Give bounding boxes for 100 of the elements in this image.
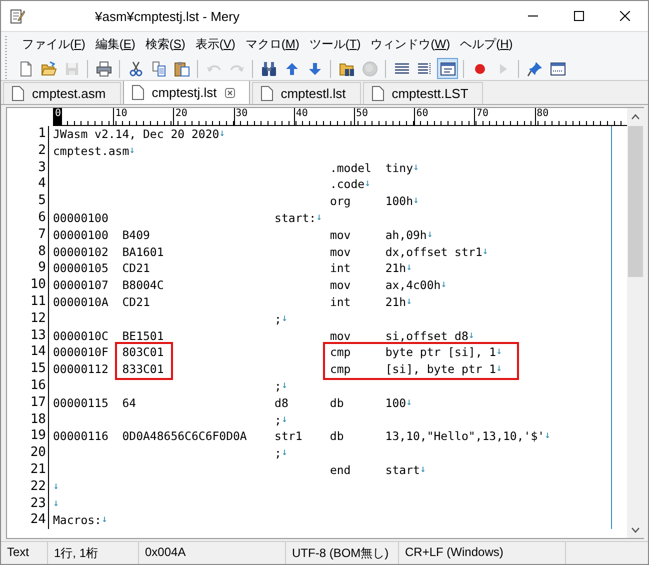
address-text: 00000105 — [53, 260, 110, 278]
menu-item[interactable]: マクロ(M) — [240, 34, 304, 55]
bytes-text: B8004C — [122, 277, 165, 294]
address-text: 0000010C — [53, 328, 110, 344]
mnemonic-text: end — [330, 462, 352, 479]
line-number: 10 — [7, 277, 49, 294]
line-end-mark: ↓ — [406, 294, 412, 309]
line-end-mark: ↓ — [316, 210, 322, 225]
menu-item[interactable]: ヘルプ(H) — [455, 34, 518, 55]
line-number: 7 — [7, 226, 49, 244]
line-end-mark: ↓ — [53, 480, 60, 494]
close-tab-icon[interactable] — [224, 88, 235, 98]
mnemonic-text: .code — [330, 176, 365, 194]
menu-item[interactable]: 編集(E) — [90, 34, 140, 55]
label-text: ; — [274, 412, 282, 428]
window-icon[interactable] — [437, 58, 458, 79]
line-number: 1 — [7, 126, 49, 143]
bytes-text: CD21 — [122, 294, 151, 311]
mnemonic-text: int — [330, 294, 352, 311]
mnemonic-text: mov — [330, 244, 352, 260]
operands-text: byte ptr [si], 1 — [385, 344, 496, 362]
line-text: cmptest.asm — [53, 142, 130, 160]
line-number: 23 — [7, 496, 49, 512]
operands-text: ah,09h — [385, 226, 427, 244]
mnemonic-text: .model — [330, 160, 372, 176]
line-number: 11 — [7, 294, 49, 311]
line-end-mark: ↓ — [281, 312, 288, 326]
line-end-mark: ↓ — [101, 513, 108, 528]
operands-text: ax,4c00h — [385, 277, 441, 294]
ruler-label: 20 — [173, 108, 188, 125]
line-text: JWasm v2.14, Dec 20 2020 — [53, 126, 220, 143]
bytes-text: 64 — [122, 394, 138, 412]
label-text: ; — [274, 310, 282, 328]
bytes-text: 0D0A48656C6C6F0D0A — [122, 428, 248, 446]
close-icon[interactable] — [620, 11, 630, 21]
bytes-text: B409 — [122, 226, 151, 244]
label-text: start: — [274, 210, 316, 227]
line-number: 20 — [7, 445, 49, 462]
line-number: 16 — [7, 378, 49, 395]
menu-item[interactable]: ツール(T) — [304, 34, 366, 55]
ruler-label: 30 — [234, 108, 249, 125]
address-text: 00000100 — [53, 210, 110, 227]
scroll-thumb[interactable] — [628, 126, 643, 277]
label-text: ; — [274, 445, 282, 462]
bytes-text: BE1501 — [122, 328, 165, 344]
file-tab[interactable]: cmptestj.lst — [122, 80, 250, 104]
operands-text: 21h — [385, 260, 406, 278]
operands-text: 21h — [385, 294, 406, 311]
line-end-mark: ↓ — [413, 160, 420, 175]
line-end-mark: ↓ — [219, 127, 226, 141]
ruler-label: 40 — [294, 108, 309, 125]
operands-text: 13,10,"Hello",13,10,'$' — [385, 428, 545, 446]
file-tab[interactable]: cmptestl.lst — [252, 82, 361, 104]
line-end-mark: ↓ — [544, 429, 551, 444]
line-end-mark: ↓ — [468, 328, 474, 343]
operands-text: start — [385, 462, 420, 479]
line-end-mark: ↓ — [406, 396, 412, 410]
operands-text: tiny — [385, 160, 414, 176]
ruler-label: 0 — [53, 108, 62, 125]
line-number: 8 — [7, 244, 49, 260]
scrollbar[interactable] — [627, 108, 644, 538]
label-text: d8 — [274, 394, 290, 412]
maximize-icon[interactable] — [574, 11, 584, 21]
operands-text: 100h — [385, 193, 414, 210]
mnemonic-text: cmp — [330, 361, 352, 378]
operands-text: [si], byte ptr 1 — [385, 361, 496, 378]
line-text: Macros: — [53, 512, 102, 530]
line-number: 18 — [7, 412, 49, 428]
menu-item[interactable]: 表示(V) — [190, 34, 240, 55]
status-field: 0x004A — [139, 542, 286, 564]
document-icon — [372, 86, 384, 101]
menu-item[interactable]: 検索(S) — [140, 34, 190, 55]
bytes-text: CD21 — [122, 260, 151, 278]
line-number: 14 — [7, 344, 49, 362]
line-number: 12 — [7, 310, 49, 328]
line-end-mark: ↓ — [406, 261, 412, 276]
notepad-icon — [9, 8, 25, 24]
operands-text: dx,offset str1 — [385, 244, 482, 260]
menu-item[interactable]: ウィンドウ(W) — [366, 34, 456, 55]
address-text: 0000010F — [53, 344, 110, 362]
line-number: 15 — [7, 361, 49, 378]
line-number: 6 — [7, 210, 49, 227]
mnemonic-text: cmp — [330, 344, 352, 362]
document-icon — [12, 86, 24, 101]
line-number: 19 — [7, 428, 49, 446]
mnemonic-text: db — [330, 394, 345, 412]
file-tab[interactable]: cmptest.asm — [3, 82, 121, 104]
line-end-mark: ↓ — [426, 228, 433, 242]
line-end-mark: ↓ — [440, 278, 447, 292]
line-number: 24 — [7, 512, 49, 530]
menu-item[interactable]: ファイル(F) — [17, 34, 90, 55]
status-field: Text — [1, 542, 48, 564]
operands-text: 100 — [385, 394, 406, 412]
line-end-mark: ↓ — [129, 144, 136, 158]
line-number: 9 — [7, 260, 49, 278]
window-title: ¥asm¥cmptestj.lst - Mery — [95, 8, 240, 24]
file-tab[interactable]: cmptestt.LST — [362, 82, 484, 104]
line-end-mark: ↓ — [482, 244, 488, 259]
address-text: 00000115 — [53, 394, 110, 412]
line-number: 13 — [7, 328, 49, 344]
